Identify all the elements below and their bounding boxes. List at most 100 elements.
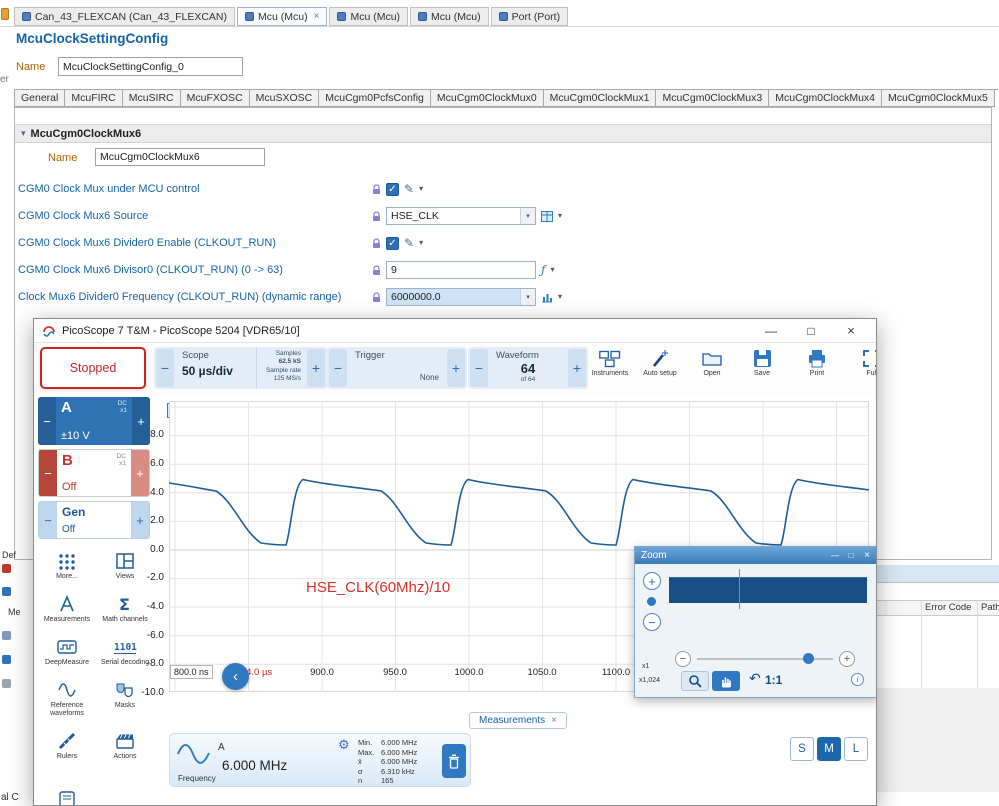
size-large-button[interactable]: L — [844, 737, 868, 761]
zoom-slider-handle[interactable] — [803, 653, 814, 664]
close-icon[interactable]: × — [834, 323, 868, 338]
chart-icon[interactable] — [541, 292, 553, 303]
tab-mcufirc[interactable]: McuFIRC — [65, 89, 123, 107]
channel-b-decrease[interactable]: − — [39, 450, 57, 496]
tab-mcusirc[interactable]: McuSIRC — [122, 89, 181, 107]
actions-button[interactable]: Actions — [96, 731, 154, 761]
close-icon[interactable]: × — [314, 11, 320, 22]
section-collapse-icon[interactable]: ▾ — [21, 128, 26, 139]
editor-tab-mcu-active[interactable]: Mcu (Mcu) × — [237, 7, 328, 26]
stopped-button[interactable]: Stopped — [40, 347, 146, 389]
zoom-out-button[interactable]: − — [643, 613, 661, 631]
scope-increase-button[interactable]: + — [307, 349, 325, 387]
close-icon[interactable]: × — [551, 715, 557, 726]
minimize-icon[interactable]: — — [754, 324, 788, 338]
tab-clockmux5[interactable]: McuCgm0ClockMux5 — [882, 89, 995, 107]
measurement-card[interactable]: A Frequency 6.000 MHz ⚙ Min. 6.000 MHz Ma… — [169, 733, 471, 787]
trigger-increase-button[interactable]: + — [447, 349, 465, 387]
zoom-overview-bar[interactable] — [669, 577, 867, 603]
print-button[interactable]: Print — [796, 346, 838, 378]
formula-icon[interactable]: ƒ — [541, 264, 545, 276]
chevron-down-icon[interactable]: ▾ — [558, 212, 562, 220]
trigger-mode[interactable]: None — [355, 373, 439, 382]
tab-mcufxosc[interactable]: McuFXOSC — [180, 89, 250, 107]
info-icon[interactable]: i — [851, 673, 864, 686]
tab-mcusxosc[interactable]: McuSXOSC — [249, 89, 320, 107]
channel-a-range[interactable]: ±10 V — [61, 431, 127, 442]
view-icon[interactable] — [2, 655, 11, 664]
tab-clockmux1[interactable]: McuCgm0ClockMux1 — [543, 89, 657, 107]
deepmeasure-button[interactable]: DeepMeasure — [38, 637, 96, 667]
view-icon[interactable] — [2, 631, 11, 640]
chevron-down-icon[interactable]: ▾ — [419, 239, 423, 247]
channel-a-decrease[interactable]: − — [38, 397, 56, 445]
zoom-titlebar[interactable]: Zoom — □ × — [635, 547, 876, 564]
full-screen-button[interactable]: Full — [848, 346, 876, 378]
channel-b-range[interactable]: Off — [62, 482, 126, 493]
editor-tab-can[interactable]: Can_43_FLEXCAN (Can_43_FLEXCAN) — [14, 7, 236, 26]
maximize-icon[interactable]: □ — [794, 324, 828, 338]
zoom-in-button[interactable]: + — [643, 572, 661, 590]
magnifier-button[interactable] — [681, 671, 709, 691]
generator-state[interactable]: Off — [62, 524, 126, 535]
view-icon[interactable] — [2, 679, 11, 688]
timebase-value[interactable]: 50 µs/div — [182, 364, 250, 378]
instruments-button[interactable]: Instruments — [586, 346, 634, 378]
checkbox-checked[interactable]: ✓ — [386, 236, 399, 250]
zoom-ratio-label[interactable]: 1:1 — [765, 673, 782, 687]
editor-tab-port[interactable]: Port (Port) — [490, 7, 569, 26]
size-medium-button[interactable]: M — [817, 737, 841, 761]
waveform-prev-button[interactable]: − — [470, 349, 488, 387]
divisor-input[interactable]: 9 — [386, 261, 536, 279]
waveform-next-button[interactable]: + — [568, 349, 586, 387]
tab-clockmux3[interactable]: McuCgm0ClockMux3 — [656, 89, 770, 107]
trigger-decrease-button[interactable]: − — [329, 349, 347, 387]
edit-pencil-icon[interactable]: ✎ — [404, 237, 414, 249]
chevron-down-icon[interactable]: ▾ — [520, 208, 535, 224]
notes-icon[interactable] — [58, 791, 78, 806]
tab-pcfsconfig[interactable]: McuCgm0PcfsConfig — [319, 89, 431, 107]
undo-icon[interactable]: ↶ — [749, 670, 761, 687]
zoom-cursor-line[interactable] — [739, 569, 740, 609]
rulers-button[interactable]: Rulers — [38, 731, 96, 761]
inner-name-input[interactable]: McuCgm0ClockMux6 — [95, 148, 265, 166]
gear-icon[interactable]: ⚙ — [338, 737, 350, 753]
tab-clockmux6-selected[interactable]: McuCgm0ClockMux6 — [994, 89, 998, 108]
open-button[interactable]: Open — [691, 346, 733, 378]
close-icon[interactable]: × — [861, 550, 873, 561]
waveform-number[interactable]: 64 — [521, 361, 535, 376]
tab-clockmux4[interactable]: McuCgm0ClockMux4 — [769, 89, 883, 107]
slider-decrease-button[interactable]: − — [675, 651, 691, 667]
checkbox-checked[interactable]: ✓ — [386, 182, 399, 196]
tab-clockmux0[interactable]: McuCgm0ClockMux0 — [430, 89, 544, 107]
slider-increase-button[interactable]: + — [839, 651, 855, 667]
view-icon[interactable] — [2, 564, 11, 573]
chevron-down-icon[interactable]: ▾ — [520, 289, 535, 305]
masks-button[interactable]: Masks — [96, 680, 154, 718]
edit-pencil-icon[interactable]: ✎ — [404, 183, 414, 195]
editor-tab-mcu3[interactable]: Mcu (Mcu) — [410, 7, 489, 26]
maximize-icon[interactable]: □ — [845, 551, 857, 560]
source-select[interactable]: HSE_CLK ▾ — [386, 207, 536, 225]
zoom-panel[interactable]: Zoom — □ × + − − + x1 x1,024 ↶ 1:1 i — [634, 546, 876, 698]
more-button[interactable]: More... — [38, 551, 96, 581]
table-icon[interactable] — [541, 210, 553, 222]
picoscope-titlebar[interactable]: PicoScope 7 T&M - PicoScope 5204 [VDR65/… — [34, 319, 876, 343]
generator-decrease[interactable]: − — [39, 502, 57, 538]
section-header[interactable]: ▾ McuCgm0ClockMux6 — [15, 124, 991, 143]
pan-hand-button[interactable] — [712, 671, 740, 691]
frequency-combo[interactable]: 6000000.0 ▾ — [386, 288, 536, 306]
delete-measurement-button[interactable] — [442, 744, 466, 778]
size-small-button[interactable]: S — [790, 737, 814, 761]
column-header-path[interactable]: Path — [981, 602, 999, 613]
chevron-down-icon[interactable]: ▾ — [550, 266, 554, 274]
minimize-icon[interactable]: — — [829, 551, 841, 560]
measurements-button[interactable]: Measurements — [38, 594, 96, 624]
chevron-down-icon[interactable]: ▾ — [558, 293, 562, 301]
chevron-down-icon[interactable]: ▾ — [419, 185, 423, 193]
tab-general[interactable]: General — [14, 89, 66, 107]
name-input[interactable]: McuClockSettingConfig_0 — [58, 57, 243, 76]
zoom-handle-dot[interactable] — [647, 597, 656, 606]
auto-setup-button[interactable]: Auto setup — [636, 346, 684, 378]
view-icon[interactable] — [2, 587, 11, 596]
